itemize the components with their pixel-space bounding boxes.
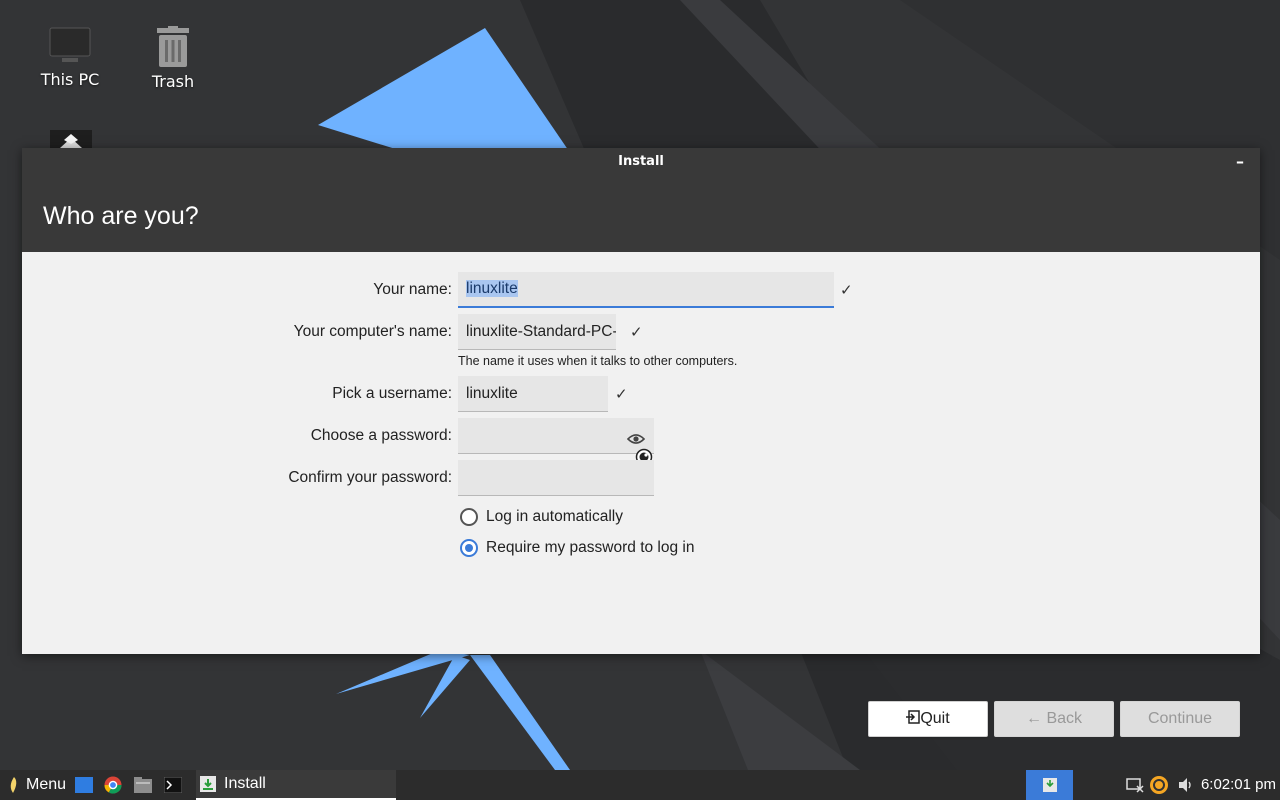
continue-button-label: Continue [1147,710,1213,727]
username-input[interactable]: linuxlite [458,376,608,412]
login-automatically-radio[interactable] [460,508,478,526]
network-icon [1126,778,1144,793]
linux-lite-feather-icon [10,777,17,793]
window-titlebar[interactable]: Install – [22,148,1260,176]
browser-launcher[interactable] [104,770,122,800]
terminal-icon [164,777,182,793]
name-label: Your name: [373,281,452,298]
desktop-icon-this-pc[interactable]: This PC [25,26,115,89]
require-password-label: Require my password to log in [486,539,695,556]
minimize-button[interactable]: – [1230,148,1250,176]
file-manager-launcher[interactable] [134,770,152,800]
name-input[interactable]: linuxlite [458,272,834,308]
menu-label: Menu [26,776,67,793]
updates-tray-button[interactable] [1149,770,1169,800]
computer-name-value: linuxlite-Standard-PC- [466,323,616,340]
update-icon [1150,776,1168,794]
desktop-icon-label: This PC [40,70,100,89]
menu-button[interactable]: Menu [6,770,66,800]
desktop-icon-partial[interactable] [50,130,92,148]
workspace-switcher[interactable] [1026,770,1073,800]
exit-icon [906,710,921,724]
quit-button[interactable]: Quit [868,701,988,737]
password-label: Choose a password: [310,427,452,444]
username-valid-check-icon: ✓ [615,385,628,403]
username-label: Pick a username: [332,385,452,402]
clock[interactable]: 6:02:01 pm [1201,770,1276,800]
desktop-icon [75,777,93,793]
computer-name-valid-check-icon: ✓ [630,323,643,341]
computer-icon [49,27,91,62]
continue-button[interactable]: Continue [1120,701,1240,737]
computer-name-hint: The name it uses when it talks to other … [458,354,738,368]
quit-button-label: Quit [920,710,950,727]
page-heading: Who are you? [22,176,1260,252]
chrome-icon [104,776,122,794]
login-automatically-option[interactable]: Log in automatically [460,508,623,526]
back-arrow-icon: ← [1025,710,1042,727]
terminal-launcher[interactable] [164,770,182,800]
show-desktop-launcher[interactable] [75,770,93,800]
desktop-icon-trash[interactable]: Trash [128,26,218,91]
computer-name-label: Your computer's name: [293,323,452,340]
back-button[interactable]: ← Back [994,701,1114,737]
name-valid-check-icon: ✓ [840,281,853,299]
computer-name-input[interactable]: linuxlite-Standard-PC- [458,314,616,350]
taskbar-task-label: Install [224,775,266,792]
trash-icon [157,26,189,67]
require-password-option[interactable]: Require my password to log in [460,539,695,557]
login-automatically-label: Log in automatically [486,508,623,525]
password-input[interactable] [458,418,654,454]
taskbar: Menu Install 6:02:01 pm [0,770,1280,800]
user-form: Your name: linuxlite ✓ Your computer's n… [22,252,1260,737]
network-tray-button[interactable] [1126,770,1144,800]
username-value: linuxlite [466,385,518,402]
folder-icon [134,777,152,793]
volume-icon [1179,778,1191,792]
back-button-label: Back [1046,710,1083,727]
volume-tray-button[interactable] [1178,770,1194,800]
show-password-eye-icon[interactable] [627,433,645,445]
installer-icon [200,776,216,792]
confirm-password-label: Confirm your password: [288,469,452,486]
window-title: Install [618,154,664,169]
installer-window: Install – Who are you? Your name: linuxl… [22,148,1260,737]
name-input-value: linuxlite [466,280,518,297]
confirm-password-input[interactable] [458,460,654,496]
workspace-icon [1042,778,1057,792]
desktop-icon-label: Trash [151,72,195,91]
package-icon [60,134,82,148]
require-password-radio[interactable] [460,539,478,557]
taskbar-task-install[interactable]: Install [196,770,396,800]
